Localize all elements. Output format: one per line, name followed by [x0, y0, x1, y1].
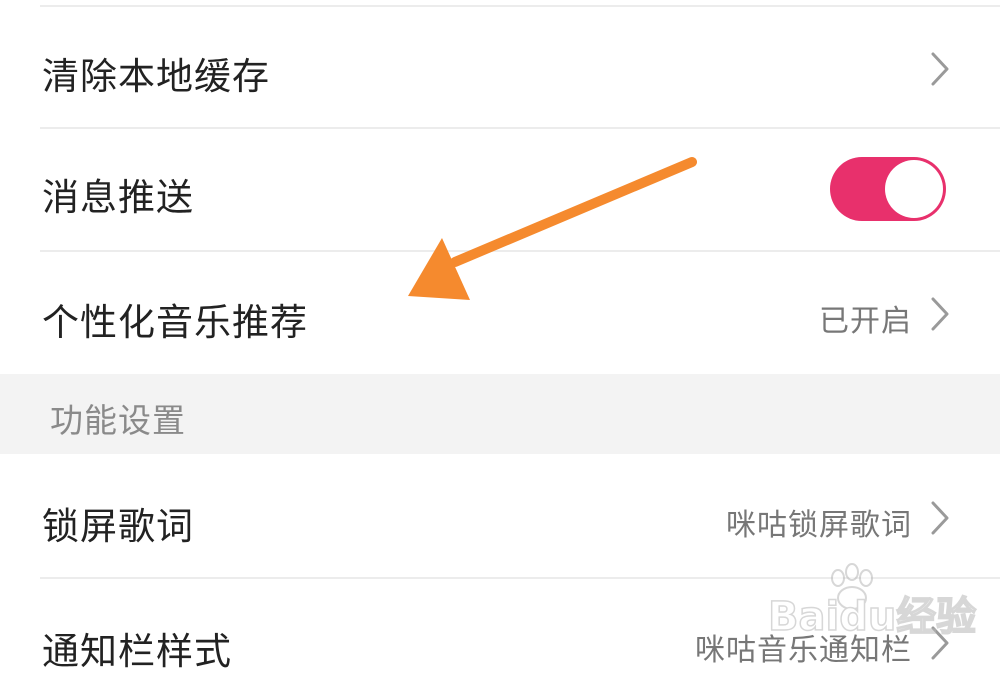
message-push-toggle[interactable]	[830, 157, 946, 221]
section-header: 功能设置	[0, 374, 1000, 454]
chevron-right-icon	[931, 297, 949, 331]
clear-cache-row[interactable]: 清除本地缓存	[0, 8, 1000, 128]
message-push-label: 消息推送	[42, 176, 194, 219]
personalized-recommendation-value: 已开启	[819, 304, 912, 339]
chevron-right-icon	[931, 626, 949, 660]
notification-style-label: 通知栏样式	[42, 630, 232, 673]
lock-screen-lyrics-row[interactable]: 锁屏歌词 咪咕锁屏歌词	[0, 454, 1000, 578]
toggle-knob	[885, 160, 943, 218]
lock-screen-lyrics-label: 锁屏歌词	[42, 505, 194, 548]
notification-style-value: 咪咕音乐通知栏	[695, 633, 912, 668]
personalized-recommendation-row[interactable]: 个性化音乐推荐 已开启	[0, 252, 1000, 374]
chevron-right-icon	[931, 501, 949, 535]
lock-screen-lyrics-value: 咪咕锁屏歌词	[726, 508, 912, 543]
clear-cache-label: 清除本地缓存	[42, 55, 270, 98]
divider	[40, 5, 1000, 7]
notification-style-row[interactable]: 通知栏样式 咪咕音乐通知栏	[0, 579, 1000, 673]
section-title: 功能设置	[50, 401, 186, 440]
personalized-recommendation-label: 个性化音乐推荐	[42, 301, 308, 344]
chevron-right-icon	[931, 52, 949, 86]
